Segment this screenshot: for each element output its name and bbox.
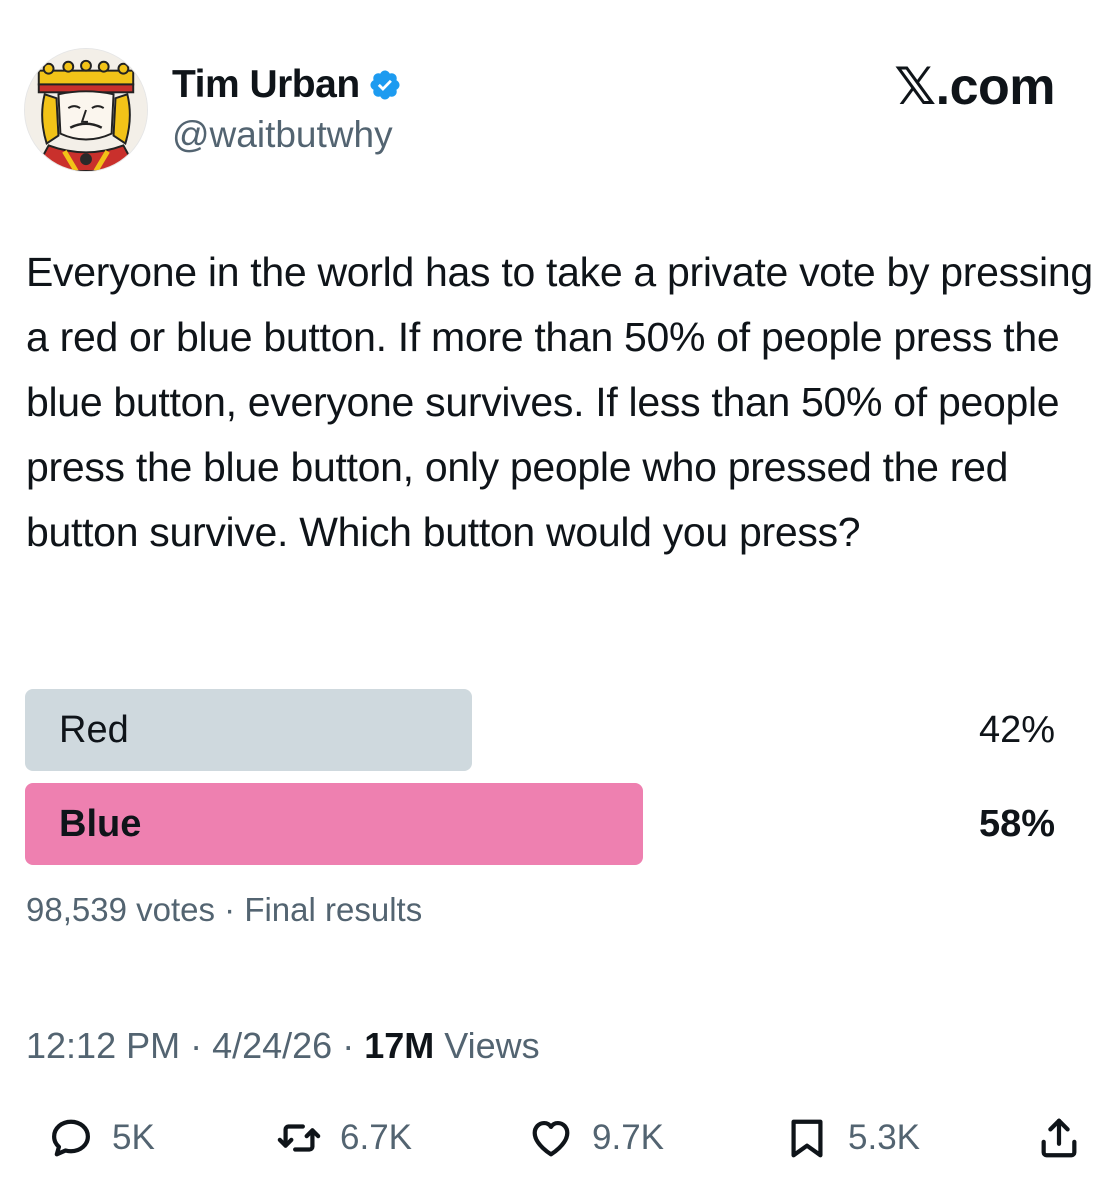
poll-option-percent: 58%	[978, 803, 1055, 845]
poll-option-red: Red 42%	[25, 689, 1065, 771]
tweet-text: Everyone in the world has to take a priv…	[26, 249, 1093, 555]
retweet-count: 6.7K	[340, 1118, 412, 1157]
separator: ·	[332, 1025, 365, 1066]
poll-option-label: Red	[59, 709, 129, 751]
author-name-row[interactable]: Tim Urban	[172, 62, 402, 108]
x-brand-logo: 𝕏.com	[894, 58, 1055, 116]
tweet-actions-bar: 5K 6.7K 9.7K 5.3K	[0, 1106, 1115, 1170]
poll-option-label: Blue	[59, 803, 142, 845]
poll-status: Final results	[244, 891, 423, 928]
tweet-date[interactable]: 4/24/26	[212, 1025, 332, 1066]
tweet-timestamp: 12:12 PM · 4/24/26 · 17M Views	[26, 1022, 540, 1070]
poll-summary: 98,539 votes · Final results	[26, 888, 422, 932]
separator: ·	[180, 1025, 213, 1066]
share-button[interactable]	[1036, 1106, 1082, 1170]
bookmark-count: 5.3K	[848, 1118, 920, 1157]
bookmark-icon	[791, 1119, 823, 1158]
author-display-name[interactable]: Tim Urban	[172, 62, 360, 108]
poll-option-percent: 42%	[978, 709, 1055, 751]
separator: ·	[214, 891, 245, 928]
author-handle[interactable]: @waitbutwhy	[172, 112, 393, 158]
poll-vote-count: 98,539 votes	[26, 891, 215, 928]
reply-count: 5K	[112, 1118, 155, 1157]
verified-badge-icon[interactable]	[368, 68, 402, 102]
king-card-avatar-image	[25, 49, 147, 171]
retweet-button[interactable]: 6.7K	[276, 1106, 412, 1170]
views-count: 17M	[364, 1025, 435, 1066]
bookmark-button[interactable]: 5.3K	[784, 1106, 920, 1170]
poll-option-blue: Blue 58%	[25, 783, 1065, 865]
author-avatar[interactable]	[24, 48, 148, 172]
like-button[interactable]: 9.7K	[528, 1106, 664, 1170]
tweet-time[interactable]: 12:12 PM	[26, 1025, 180, 1066]
reply-icon	[52, 1119, 90, 1157]
share-icon	[1041, 1118, 1077, 1158]
heart-icon	[532, 1120, 570, 1157]
views-label: Views	[444, 1025, 540, 1066]
retweet-icon	[277, 1124, 321, 1152]
like-count: 9.7K	[592, 1118, 664, 1157]
reply-button[interactable]: 5K	[48, 1106, 155, 1170]
